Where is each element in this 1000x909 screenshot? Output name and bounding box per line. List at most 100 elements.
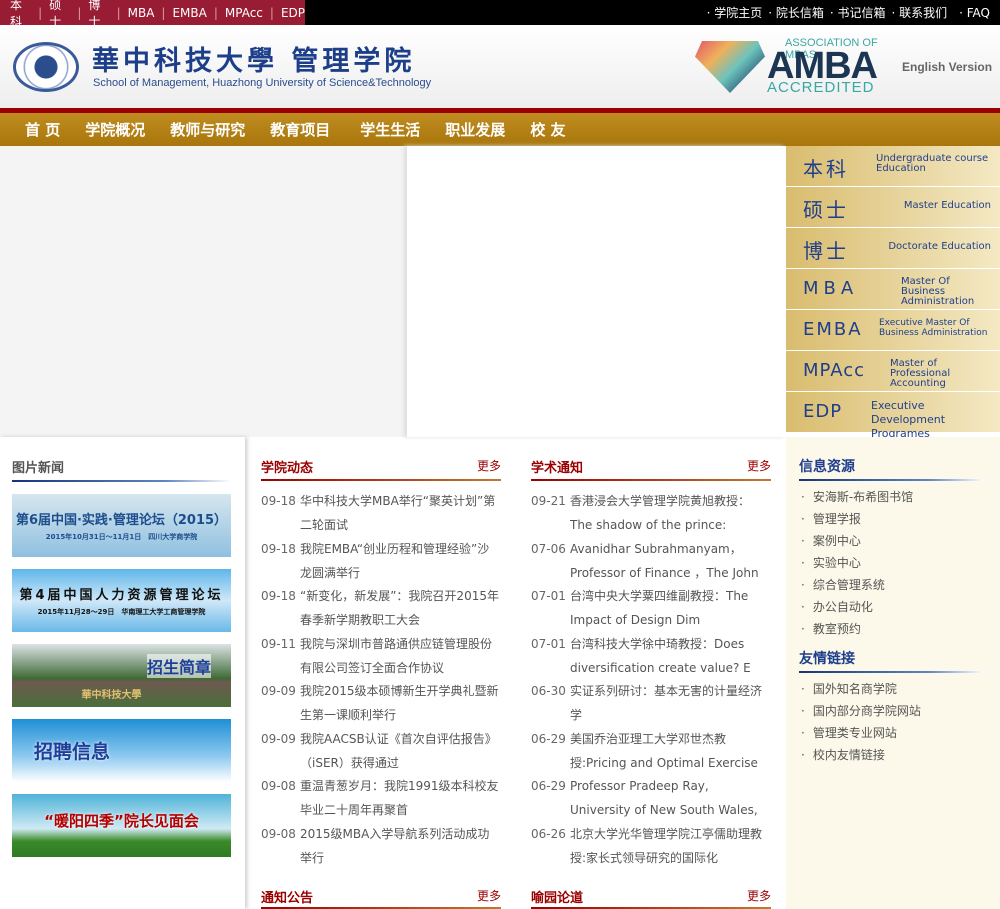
link-contact[interactable]: · 联系我们: [891, 4, 947, 21]
nav-home[interactable]: 首 页: [25, 119, 60, 140]
top-bar: 本科 | 硕士 | 博士 | MBA | EMBA | MPAcc | EDP · 学院主页…: [0, 0, 1000, 29]
news-item[interactable]: 09-18 “新变化，新发展”：我院召开2015年春季新学期教职工大会: [261, 584, 501, 632]
quick-link-edp[interactable]: EDP: [281, 6, 305, 20]
pic-subtitle: 2015年10月31日～11月1日 四川大学商学院: [45, 533, 198, 541]
pic-news-forum-2015[interactable]: 第6届中国·实践·管理论坛（2015） 2015年10月31日～11月1日 四川大…: [12, 494, 231, 557]
sidebar-link[interactable]: 校内友情链接: [801, 744, 921, 766]
school-name-cn[interactable]: 華中科技大學 管理学院: [92, 39, 415, 78]
news-title: 我院EMBA“创业历程和管理经验”沙龙圆满举行: [300, 541, 490, 580]
divider: [799, 671, 985, 673]
nav-faculty[interactable]: 教师与研究: [170, 119, 245, 140]
divider: [261, 479, 501, 481]
news-item[interactable]: 06-30 实证系列研讨：基本无害的计量经济学: [531, 679, 771, 727]
sidebar-link[interactable]: 安海斯-布希图书馆: [801, 486, 913, 508]
news-item[interactable]: 07-06 Avanidhar Subrahmanyam，Professor of…: [531, 537, 771, 585]
program-key: EDP: [803, 401, 843, 422]
link-secretary-mailbox[interactable]: · 书记信箱: [830, 4, 886, 21]
news-item[interactable]: 09-09 我院2015级本硕博新生开学典礼暨新生第一课顺利举行: [261, 679, 501, 727]
more-link[interactable]: 更多: [747, 887, 771, 904]
news-item[interactable]: 09-21 香港浸会大学管理学院黄旭教授：The shadow of the pr…: [531, 489, 771, 537]
program-key: MPAcc: [803, 360, 866, 381]
nav-education[interactable]: 教育项目: [270, 119, 330, 140]
news-title: 实证系列研讨：基本无害的计量经济学: [570, 684, 763, 722]
pic-news-recruitment[interactable]: 招聘信息: [12, 719, 231, 782]
header: 華中科技大學 管理学院 School of Management, Huazho…: [0, 25, 1000, 108]
program-key: 博士: [803, 239, 849, 263]
more-link[interactable]: 更多: [477, 457, 501, 474]
section-title: 图片新闻: [12, 461, 65, 476]
news-date: 09-18: [261, 541, 296, 556]
english-version-link[interactable]: English Version: [902, 60, 992, 74]
program-key: 硕士: [803, 198, 849, 222]
program-emba[interactable]: EMBA Executive Master Of Business Adminis…: [786, 310, 1000, 351]
sidebar-link[interactable]: 教室预约: [801, 618, 913, 640]
program-mpacc[interactable]: MPAcc Master of Professional Accounting: [786, 351, 1000, 392]
news-item[interactable]: 09-09 我院AACSB认证《首次自评估报告》（iSER）获得通过: [261, 727, 501, 775]
program-undergrad[interactable]: 本科 Undergraduate course Education: [786, 146, 1000, 187]
pic-subtitle: 華中科技大學: [81, 690, 142, 701]
more-link[interactable]: 更多: [477, 887, 501, 904]
more-link[interactable]: 更多: [747, 457, 771, 474]
pic-news-hr-forum[interactable]: 第4届中国人力资源管理论坛 2015年11月28～29日 华南理工大学工商管理学院: [12, 569, 231, 632]
nav-student-life[interactable]: 学生生活: [360, 119, 420, 140]
news-title: Avanidhar Subrahmanyam，Professor of Fina…: [570, 541, 759, 580]
section-title: 信息资源: [799, 459, 855, 475]
news-item[interactable]: 09-18 华中科技大学MBA举行“聚英计划”第二轮面试: [261, 489, 501, 537]
program-desc: Master Education: [903, 200, 991, 211]
program-key: 本科: [803, 157, 849, 181]
news-date: 06-29: [531, 731, 566, 746]
links-list: 国外知名商学院国内部分商学院网站管理类专业网站校内友情链接: [801, 678, 921, 766]
section-title: 友情链接: [799, 651, 855, 667]
sidebar-link[interactable]: 管理学报: [801, 508, 913, 530]
sidebar-link[interactable]: 国外知名商学院: [801, 678, 921, 700]
news-item[interactable]: 09-18 我院EMBA“创业历程和管理经验”沙龙圆满举行: [261, 537, 501, 585]
news-item[interactable]: 07-01 台湾中央大学粟四维副教授：The Impact of Design D…: [531, 584, 771, 632]
amba-gem-icon: [695, 41, 765, 93]
link-faq[interactable]: · FAQ: [959, 6, 990, 20]
news-item[interactable]: 07-01 台湾科技大学徐中琦教授：Does diversification cr…: [531, 632, 771, 680]
link-dean-mailbox[interactable]: · 院长信箱: [768, 4, 824, 21]
divider: [531, 479, 771, 481]
sidebar-link[interactable]: 案例中心: [801, 530, 913, 552]
program-doctor[interactable]: 博士 Doctorate Education: [786, 228, 1000, 269]
news-item[interactable]: 06-29 美国乔治亚理工大学邓世杰教授:Pricing and Optimal …: [531, 727, 771, 775]
pic-title: 招聘信息: [34, 741, 111, 763]
pic-news-dean-meeting[interactable]: “暖阳四季”院长见面会: [12, 794, 231, 857]
sidebar-link[interactable]: 综合管理系统: [801, 574, 913, 596]
section-title: 学术通知: [531, 461, 584, 476]
program-quick-links: 本科 | 硕士 | 博士 | MBA | EMBA | MPAcc | EDP: [0, 0, 305, 29]
news-item[interactable]: 06-26 北京大学光华管理学院江亭儒助理教授:家长式领导研究的国际化: [531, 822, 771, 870]
sidebar: 信息资源 安海斯-布希图书馆管理学报案例中心实验中心综合管理系统办公自动化教室预…: [786, 437, 1000, 909]
sidebar-link[interactable]: 管理类专业网站: [801, 722, 921, 744]
news-title: 我院2015级本硕博新生开学典礼暨新生第一课顺利举行: [300, 684, 499, 722]
news-item[interactable]: 09-08 2015级MBA入学导航系列活动成功举行: [261, 822, 501, 870]
link-home[interactable]: · 学院主页: [707, 4, 763, 21]
news-item[interactable]: 06-29 Professor Pradeep Ray, University o…: [531, 774, 771, 822]
nav-about[interactable]: 学院概况: [85, 119, 145, 140]
news-date: 09-09: [261, 731, 296, 746]
sidebar-link[interactable]: 实验中心: [801, 552, 913, 574]
sidebar-link[interactable]: 办公自动化: [801, 596, 913, 618]
quick-link-emba[interactable]: EMBA: [172, 6, 206, 20]
news-date: 09-18: [261, 494, 296, 508]
university-seal-logo[interactable]: [13, 42, 79, 92]
quick-link-mpacc[interactable]: MPAcc: [225, 6, 263, 20]
nav-alumni[interactable]: 校 友: [530, 119, 565, 140]
quick-link-mba[interactable]: MBA: [128, 6, 155, 20]
news-date: 07-01: [531, 589, 566, 603]
section-title: 通知公告: [261, 891, 314, 906]
program-edp[interactable]: EDP Executive Development Programes: [786, 392, 1000, 440]
program-mba[interactable]: MBA Master Of Business Administration: [786, 269, 1000, 310]
news-date: 09-08: [261, 779, 296, 793]
sidebar-link[interactable]: 国内部分商学院网站: [801, 700, 921, 722]
news-item[interactable]: 09-11 我院与深圳市普路通供应链管理股份有限公司签订全面合作协议: [261, 632, 501, 680]
news-date: 09-11: [261, 636, 296, 651]
nav-career[interactable]: 职业发展: [445, 119, 505, 140]
news-item[interactable]: 09-08 重温青葱岁月：我院1991级本科校友毕业二十周年再聚首: [261, 774, 501, 822]
program-key: EMBA: [803, 319, 863, 340]
program-master[interactable]: 硕士 Master Education: [786, 187, 1000, 228]
program-desc: Master Of Business Administration: [901, 276, 975, 307]
divider: [12, 480, 231, 482]
pic-news-admissions[interactable]: 招生简章 華中科技大學: [12, 644, 231, 707]
news-title: 华中科技大学MBA举行“聚英计划”第二轮面试: [300, 494, 496, 532]
